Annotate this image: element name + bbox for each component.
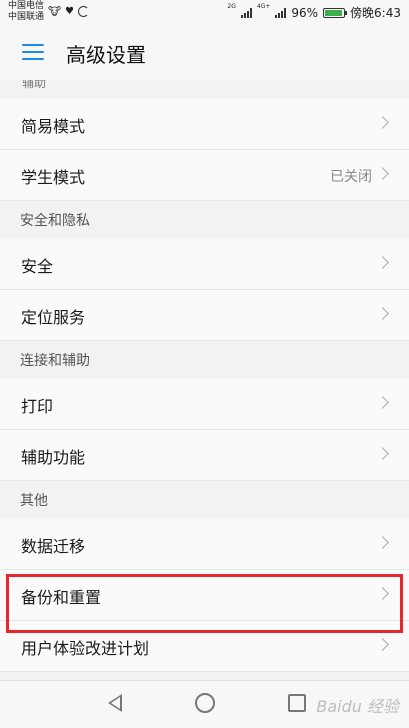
signal-1-icon [240,7,252,18]
section-header-partial: 辅助 [0,80,409,99]
network-type-1: 2G [227,3,236,10]
list-item-backup-reset[interactable]: 备份和重置 [0,570,409,621]
list-item-label: 辅助功能 [21,448,86,467]
chevron-right-icon [376,638,389,651]
list-item-label: 打印 [21,397,54,416]
section-header-other: 其他 [0,481,409,519]
recent-apps-icon[interactable] [288,694,306,712]
list-item-user-experience[interactable]: 用户体验改进计划 [0,621,409,672]
list-item-security[interactable]: 安全 [0,239,409,290]
watermark: Baidu 经验 [316,697,399,716]
network-type-2: 4G+ [256,3,271,10]
signal-2-icon [275,7,287,18]
chevron-right-icon [376,447,389,460]
clock: 傍晚6:43 [350,6,401,20]
page-title: 高级设置 [66,43,146,67]
chevron-right-icon [376,256,389,269]
list-item-student-mode[interactable]: 学生模式 已关闭 [0,150,409,201]
carrier-2: 中国联通 [8,12,45,22]
section-header-security-privacy: 安全和隐私 [0,201,409,239]
chevron-right-icon [376,167,389,180]
list-item-location-service[interactable]: 定位服务 [0,290,409,341]
list-item-value: 已关闭 [330,169,372,185]
list-item-simple-mode[interactable]: 简易模式 [0,99,409,150]
chevron-right-icon [376,536,389,549]
chevron-right-icon [376,587,389,600]
settings-list: 辅助 简易模式 学生模式 已关闭 安全和隐私 安全 定位服务 连接和辅助 打印 … [0,80,409,680]
list-item-label: 备份和重置 [21,588,102,607]
carrier-info: 中国电信 中国联通 [8,1,44,23]
health-icon: ♥ [65,6,74,17]
back-icon[interactable] [108,694,122,712]
notification-icons: 🐮 ♥ [48,5,89,18]
list-item-label: 数据迁移 [21,537,86,556]
list-item-label: 用户体验改进计划 [21,639,150,658]
status-right: 2G 4G+ 96% 傍晚6:43 [227,4,401,21]
home-icon[interactable] [195,693,215,713]
battery-icon [323,7,348,18]
chevron-right-icon [376,307,389,320]
app-bar: 高级设置 [0,24,409,81]
carrier-1: 中国电信 [8,1,45,11]
chevron-right-icon [376,396,389,409]
status-bar: 中国电信 中国联通 🐮 ♥ 2G 4G+ 96% 傍晚6:43 [0,0,409,24]
sync-icon [78,6,89,17]
section-header-connectivity: 连接和辅助 [0,341,409,379]
list-item-label: 定位服务 [21,308,86,327]
list-item-data-migration[interactable]: 数据迁移 [0,519,409,570]
chevron-right-icon [376,116,389,129]
list-item-accessibility[interactable]: 辅助功能 [0,430,409,481]
list-item-label: 安全 [21,257,54,276]
list-item-print[interactable]: 打印 [0,379,409,430]
list-item-label: 学生模式 [21,168,86,187]
navigation-bar: Baidu 经验 [0,680,409,728]
list-item-label: 简易模式 [21,117,86,136]
battery-percent: 96% [291,5,319,20]
hamburger-menu-icon[interactable] [22,44,44,60]
app-notification-icon: 🐮 [48,5,62,18]
